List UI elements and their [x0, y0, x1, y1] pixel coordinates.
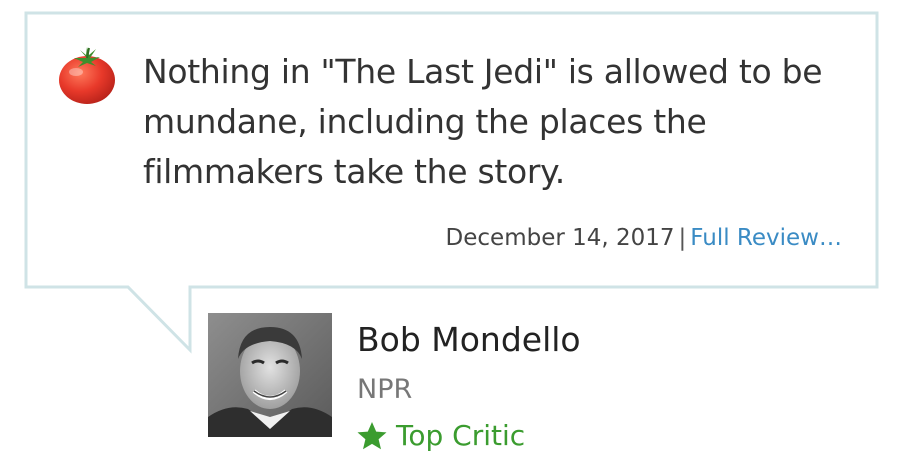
review-date: December 14, 2017	[445, 225, 675, 251]
critic-avatar[interactable]	[208, 313, 332, 437]
fresh-tomato-icon	[59, 47, 115, 104]
meta-separator: |	[678, 225, 687, 251]
review-card: Nothing in "The Last Jedi" is allowed to…	[0, 0, 904, 474]
critic-outlet[interactable]: NPR	[357, 370, 412, 410]
review-meta: December 14, 2017 | Full Review…	[446, 222, 842, 254]
review-quote: Nothing in "The Last Jedi" is allowed to…	[143, 52, 823, 191]
critic-name[interactable]: Bob Mondello	[357, 318, 581, 362]
top-critic-label: Top Critic	[396, 419, 526, 452]
full-review-link[interactable]: Full Review…	[690, 225, 842, 251]
top-critic-badge: Top Critic	[356, 415, 525, 457]
star-icon	[357, 422, 387, 450]
